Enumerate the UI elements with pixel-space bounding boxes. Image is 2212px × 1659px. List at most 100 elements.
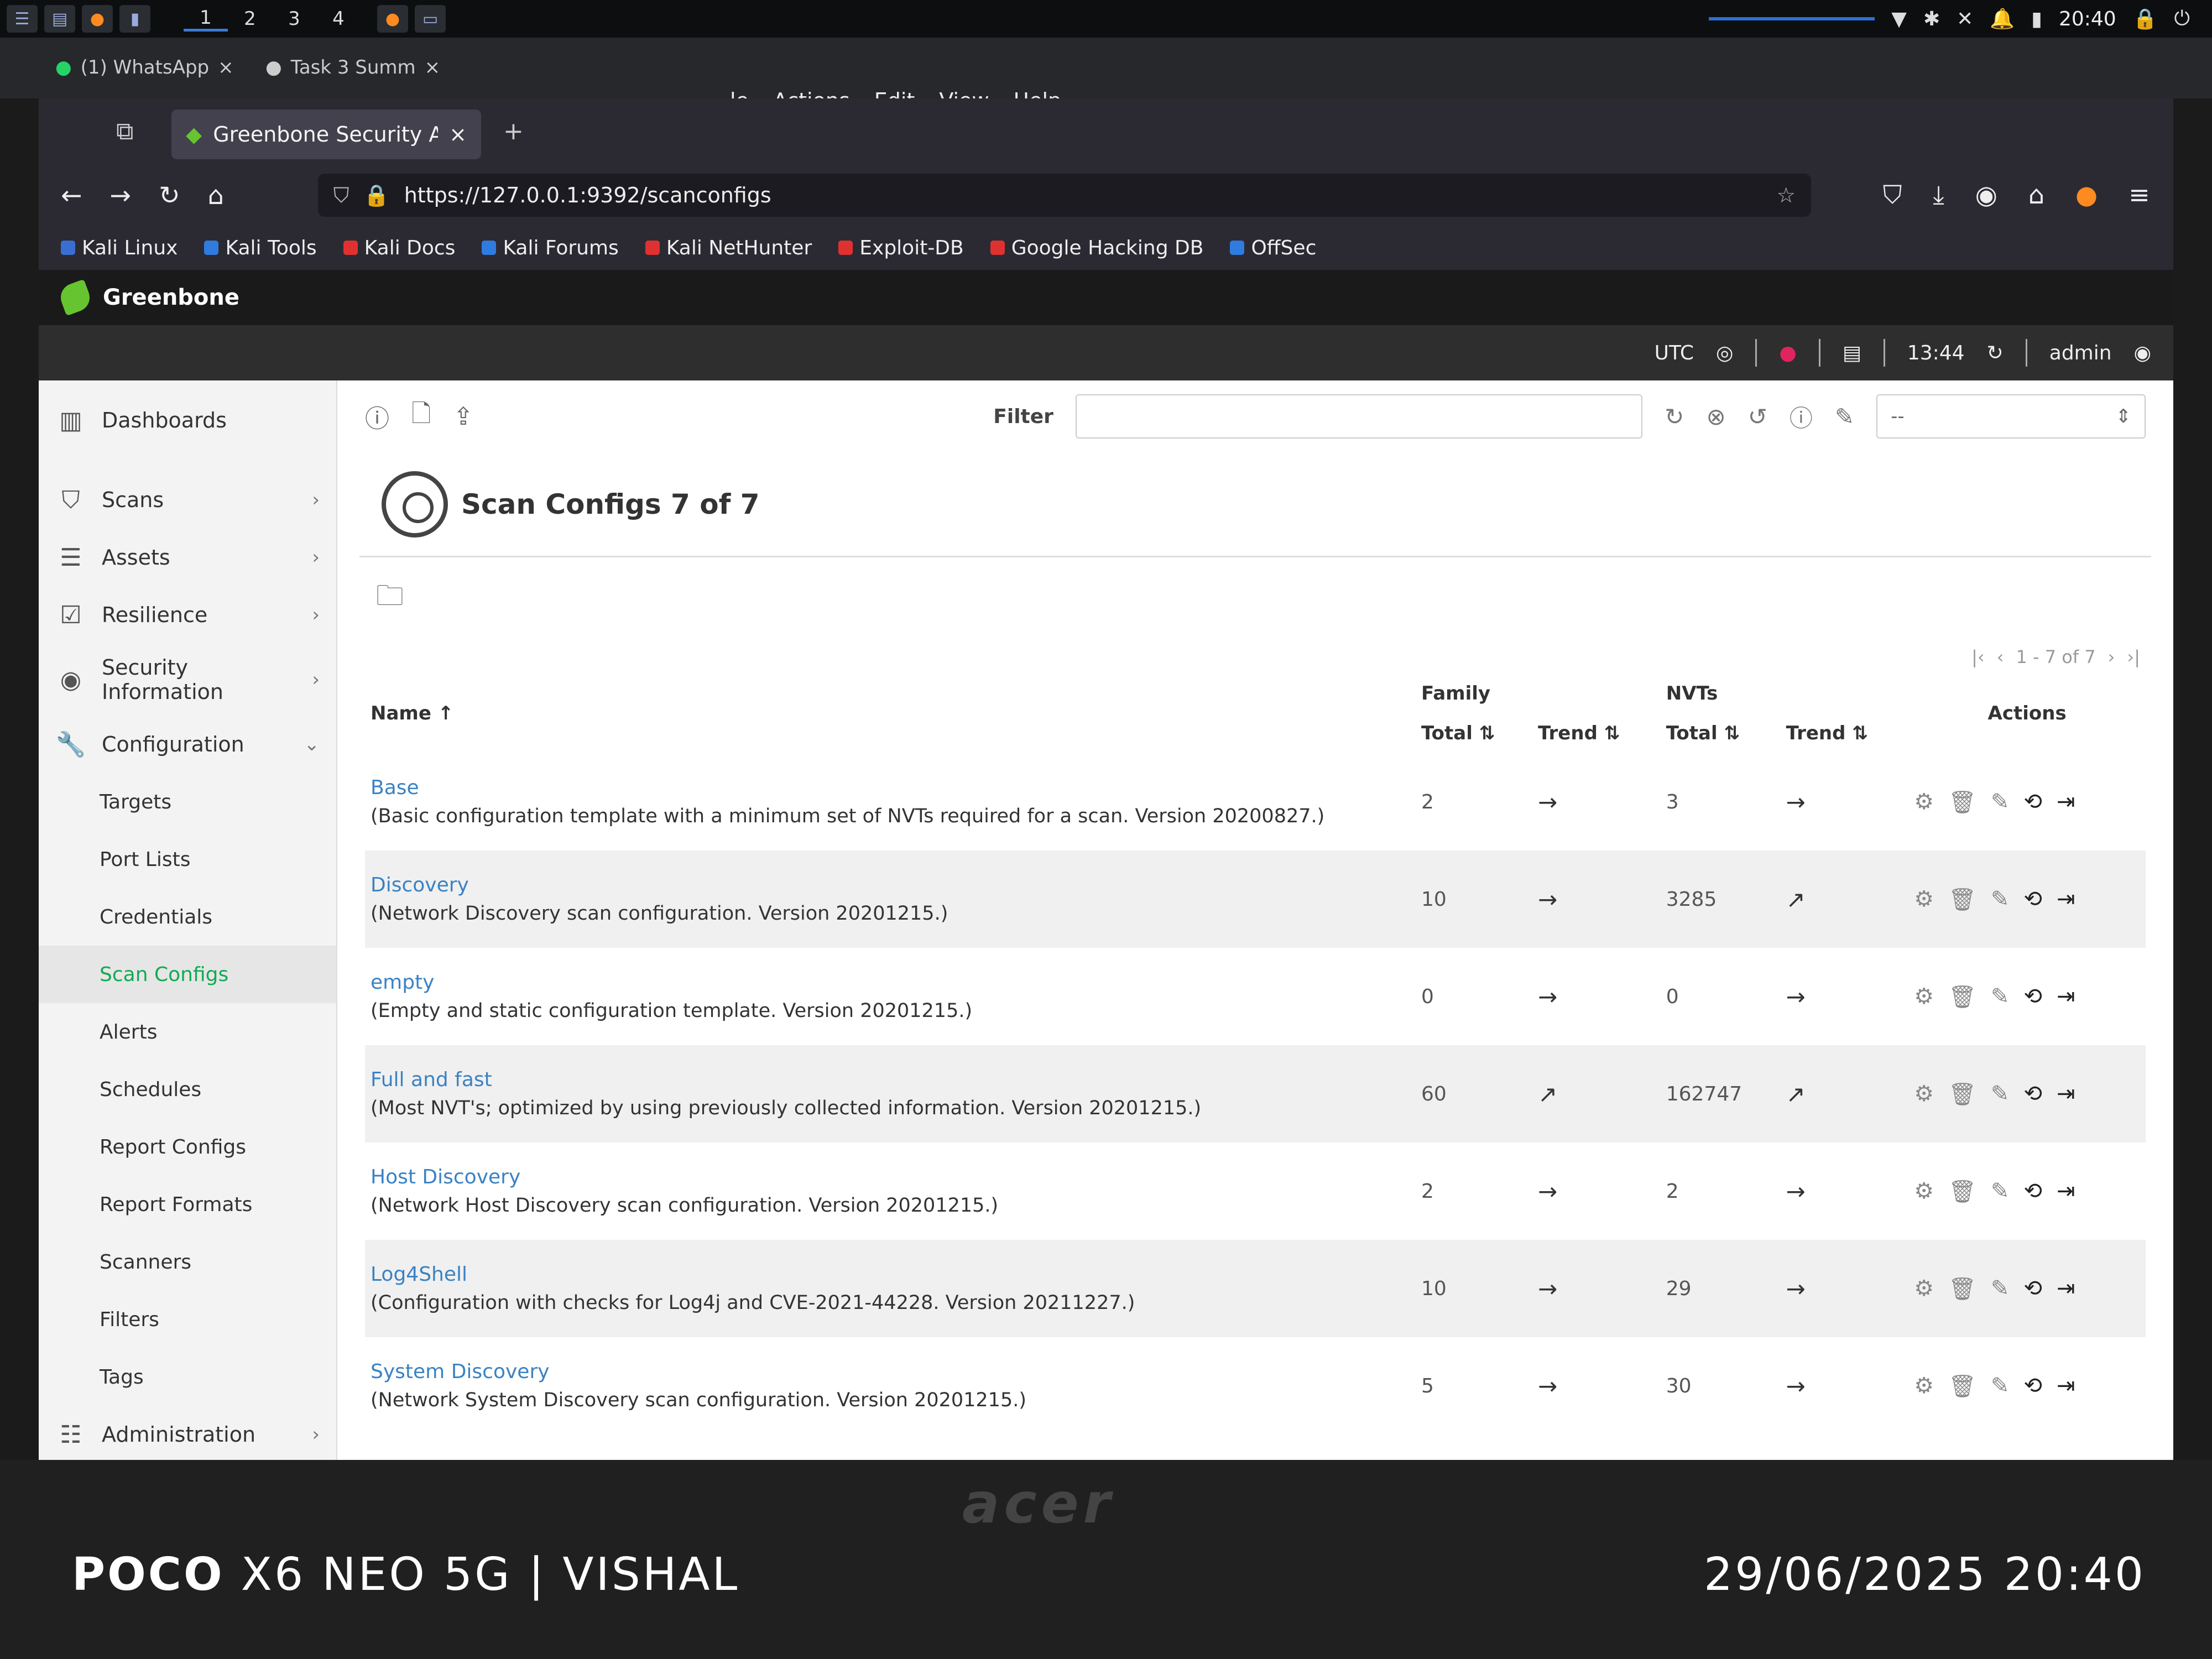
sort-icon[interactable]: ⇅ [1718, 722, 1740, 744]
hamburger-menu-icon[interactable]: ≡ [2128, 180, 2150, 211]
reload-icon[interactable]: ↻ [159, 180, 180, 210]
home-icon[interactable]: ⌂ [208, 180, 224, 210]
tab-overview-icon[interactable]: ⧉ [116, 117, 133, 145]
export-icon[interactable]: ⇥ [2057, 1373, 2075, 1399]
app-menu-icon[interactable]: ☰ [7, 5, 38, 33]
sidebar-item-dashboards[interactable]: ▥ Dashboards [39, 392, 336, 449]
sidebar-sub-alerts[interactable]: Alerts [39, 1003, 336, 1061]
downloads-icon[interactable]: ⤓ [1933, 180, 1944, 211]
help-icon[interactable]: ⓘ [365, 399, 389, 434]
workspace-4[interactable]: 4 [316, 8, 361, 30]
close-icon[interactable]: × [425, 56, 441, 79]
sidebar-sub-port-lists[interactable]: Port Lists [39, 831, 336, 888]
export-icon[interactable]: ⇥ [2057, 984, 2075, 1010]
col-family-trend[interactable]: Trend ⇅ [1532, 713, 1661, 753]
delete-icon[interactable]: 🗑 [1948, 1081, 1976, 1107]
extension-icon[interactable]: ◉ [1975, 180, 1997, 211]
user-icon[interactable]: ◉ [2134, 342, 2151, 364]
sidebar-sub-scan-configs[interactable]: Scan Configs [39, 946, 336, 1003]
filter-input[interactable] [1075, 394, 1643, 439]
edit-filter-icon[interactable]: ✎ [1835, 403, 1854, 430]
bookmark-kali-tools[interactable]: Kali Tools [204, 237, 317, 259]
copy-icon[interactable]: ⟲ [2023, 1373, 2042, 1399]
firefox-icon[interactable]: ● [82, 5, 113, 33]
bluetooth-icon[interactable]: ✱ [1923, 8, 1940, 30]
first-page-icon[interactable]: |‹ [1971, 646, 1985, 667]
col-nvt-trend[interactable]: Trend ⇅ [1781, 713, 1909, 753]
next-page-icon[interactable]: › [2108, 646, 2115, 667]
sidebar-sub-tags[interactable]: Tags [39, 1348, 336, 1406]
mute-icon[interactable]: ✕ [1957, 8, 1973, 30]
copy-icon[interactable]: ⟲ [2023, 789, 2042, 815]
battery-icon[interactable]: ▮ [2031, 8, 2042, 30]
sort-icon[interactable]: ⇅ [1845, 722, 1868, 744]
scan-config-link[interactable]: Host Discovery [371, 1166, 1410, 1188]
sort-icon[interactable]: ⇅ [1473, 722, 1495, 744]
upload-icon[interactable]: ⇪ [453, 403, 473, 431]
bookmark-kali-nethunter[interactable]: Kali NetHunter [645, 237, 812, 259]
new-tab-icon[interactable]: + [503, 117, 524, 145]
edit-icon[interactable]: ✎ [1991, 789, 2010, 815]
sidebar-item-administration[interactable]: ☷ Administration › [39, 1406, 336, 1463]
filter-help-icon[interactable]: ⓘ [1790, 400, 1813, 434]
filter-select[interactable]: -- ⇕ [1876, 394, 2146, 439]
edit-icon[interactable]: ✎ [1991, 1081, 2010, 1107]
sidebar-item-assets[interactable]: ☰ Assets › [39, 529, 336, 586]
sidebar-item-resilience[interactable]: ☑ Resilience › [39, 586, 336, 644]
clone-icon[interactable]: ⚙ [1914, 1081, 1934, 1107]
delete-icon[interactable]: 🗑 [1948, 984, 1976, 1010]
copy-icon[interactable]: ⟲ [2023, 886, 2042, 912]
bg-tab-whatsapp[interactable]: ● (1) WhatsApp × [39, 50, 251, 85]
scan-config-link[interactable]: Log4Shell [371, 1263, 1410, 1286]
sidebar-sub-filters[interactable]: Filters [39, 1291, 336, 1348]
export-icon[interactable]: ⇥ [2057, 789, 2075, 815]
lock-icon[interactable]: 🔒 [2133, 7, 2158, 30]
edit-icon[interactable]: ✎ [1991, 1276, 2010, 1302]
scan-config-link[interactable]: Base [371, 776, 1410, 799]
last-page-icon[interactable]: ›| [2127, 646, 2140, 667]
sidebar-sub-schedules[interactable]: Schedules [39, 1061, 336, 1118]
sidebar-item-configuration[interactable]: 🔧 Configuration ⌄ [39, 716, 336, 773]
notification-bell-icon[interactable]: 🔔 [1990, 7, 2015, 30]
username[interactable]: admin [2049, 342, 2112, 364]
clone-icon[interactable]: ⚙ [1914, 789, 1934, 815]
new-scan-config-icon[interactable]: 🗋 [411, 396, 431, 437]
sort-icon[interactable]: ⇅ [1598, 722, 1620, 744]
scan-config-link[interactable]: Full and fast [371, 1068, 1410, 1091]
language-icon[interactable]: ● [1779, 342, 1796, 364]
terminal-icon[interactable]: ▮ [119, 5, 150, 33]
delete-icon[interactable]: 🗑 [1948, 789, 1976, 815]
refresh-filter-icon[interactable]: ↻ [1665, 403, 1684, 430]
col-name[interactable]: Name ↑ [365, 674, 1416, 753]
edit-icon[interactable]: ✎ [1991, 984, 2010, 1010]
scan-config-link[interactable]: empty [371, 971, 1410, 994]
terminal-running-icon[interactable]: ▭ [415, 5, 446, 33]
delete-icon[interactable]: 🗑 [1948, 1276, 1976, 1302]
bookmark-star-icon[interactable]: ☆ [1777, 183, 1796, 207]
export-icon[interactable]: ⇥ [2057, 1081, 2075, 1107]
sidebar-item-security-information[interactable]: ◉ Security Information › [39, 644, 336, 716]
clone-icon[interactable]: ⚙ [1914, 1373, 1934, 1399]
copy-icon[interactable]: ⟲ [2023, 1276, 2042, 1302]
refresh-icon[interactable]: ↻ [1987, 342, 2004, 364]
scan-config-link[interactable]: System Discovery [371, 1360, 1410, 1383]
sidebar-sub-report-formats[interactable]: Report Formats [39, 1176, 336, 1233]
tracking-shield-icon[interactable]: ⛉ [333, 183, 349, 208]
pocket-icon[interactable]: ⛉ [1883, 180, 1902, 211]
workspace-3[interactable]: 3 [272, 8, 316, 30]
close-icon[interactable]: × [449, 122, 467, 147]
url-text[interactable]: https://127.0.0.1:9392/scanconfigs [404, 183, 771, 207]
puzzle-icon[interactable]: ⌂ [2028, 180, 2044, 211]
sidebar-sub-report-configs[interactable]: Report Configs [39, 1118, 336, 1176]
addon-icon[interactable]: ● [2075, 180, 2098, 211]
network-icon[interactable]: ▼ [1891, 8, 1907, 30]
close-icon[interactable]: × [218, 56, 234, 79]
workspace-2[interactable]: 2 [228, 8, 272, 30]
bookmark-kali-forums[interactable]: Kali Forums [482, 237, 619, 259]
greenbone-logo[interactable]: Greenbone [56, 279, 239, 316]
copy-icon[interactable]: ⟲ [2023, 1178, 2042, 1204]
reset-filter-icon[interactable]: ↺ [1748, 403, 1767, 430]
firefox-running-icon[interactable]: ● [377, 5, 408, 33]
col-nvt-total[interactable]: Total ⇅ [1661, 713, 1781, 753]
delete-icon[interactable]: 🗑 [1948, 1178, 1976, 1204]
